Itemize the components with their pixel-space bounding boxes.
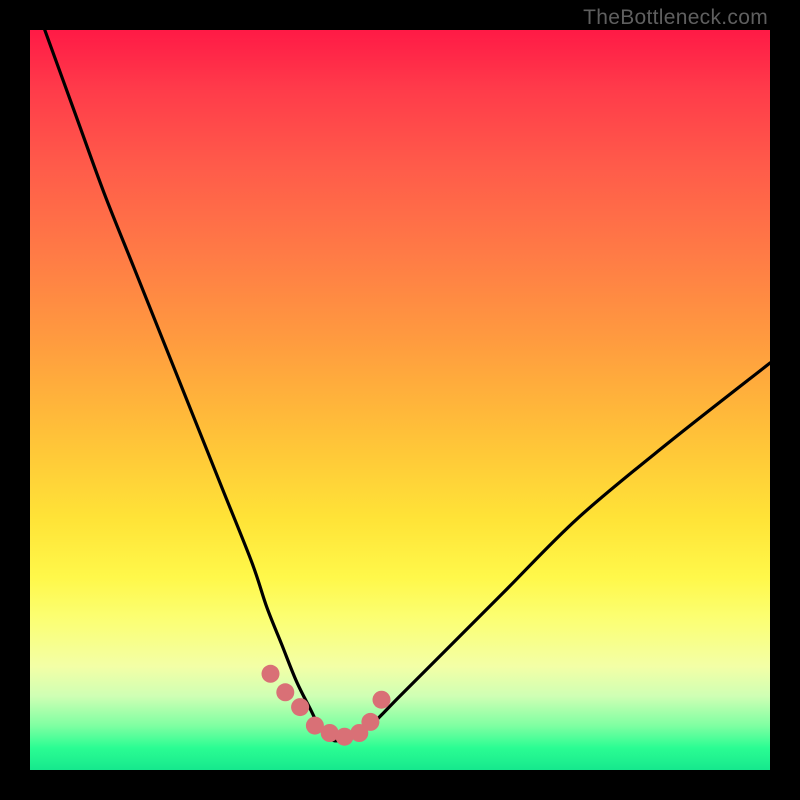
highlight-dot bbox=[373, 691, 391, 709]
bottleneck-curve bbox=[45, 30, 770, 741]
chart-plot-area bbox=[30, 30, 770, 770]
highlight-dot bbox=[276, 683, 294, 701]
highlight-dot bbox=[262, 665, 280, 683]
chart-frame: TheBottleneck.com bbox=[0, 0, 800, 800]
highlight-dot bbox=[361, 713, 379, 731]
chart-svg bbox=[30, 30, 770, 770]
highlight-dot bbox=[291, 698, 309, 716]
attribution-text: TheBottleneck.com bbox=[583, 6, 768, 30]
highlight-dots-group bbox=[262, 665, 391, 746]
